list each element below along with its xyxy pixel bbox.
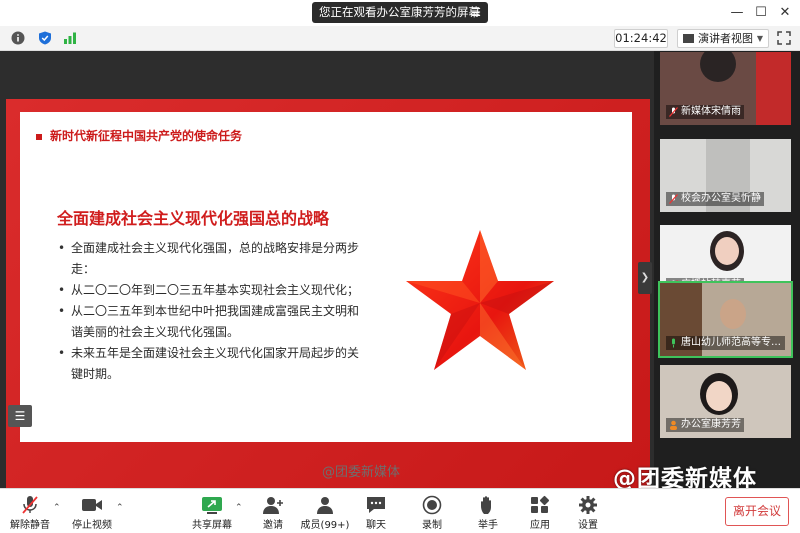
signal-strength-icon[interactable] bbox=[63, 31, 77, 45]
collapse-panel-icon[interactable]: ❯ bbox=[638, 262, 652, 294]
meeting-window: 您正在观看办公室康芳芳的屏幕 ☰ — ☐ ✕ 01:24:42 演讲者视图 ▼ bbox=[0, 0, 800, 533]
slide-bullet: 全面建成社会主义现代化强国，总的战略安排是分两步走： bbox=[56, 238, 366, 280]
chat-button[interactable]: 聊天 bbox=[362, 489, 390, 533]
members-icon bbox=[317, 497, 333, 514]
meeting-info-bar: 01:24:42 演讲者视图 ▼ bbox=[0, 26, 800, 51]
slide-header: 新时代新征程中国共产党的使命任务 bbox=[36, 127, 242, 144]
slide-bullet: 未来五年是全面建设社会主义现代化国家开局起步的关键时期。 bbox=[56, 343, 366, 385]
add-user-icon bbox=[263, 497, 283, 514]
participant-name: 校会办公室吴忻静 bbox=[666, 192, 764, 206]
record-icon bbox=[422, 495, 442, 515]
bullet-square-icon bbox=[36, 133, 42, 140]
mic-active-icon bbox=[672, 338, 675, 348]
participant-name: 办公室康芳芳 bbox=[666, 418, 744, 432]
chat-icon bbox=[367, 497, 385, 513]
settings-button[interactable]: 设置 bbox=[574, 489, 602, 533]
chevron-down-icon: ▼ bbox=[756, 34, 763, 43]
apps-icon bbox=[531, 495, 550, 513]
participant-name: 唐山幼儿师范高等专科... bbox=[666, 336, 785, 350]
hand-icon bbox=[481, 496, 491, 514]
slide-bullet: 从二〇二〇年到二〇三五年基本实现社会主义现代化； bbox=[56, 280, 366, 301]
user-icon bbox=[670, 420, 677, 430]
participant-panel: 新媒体宋倩雨 校会办公室吴忻静 广播站韩嘉莹 唐山幼儿师范高等专科... bbox=[654, 51, 800, 488]
red-star-icon bbox=[406, 230, 554, 370]
maximize-button[interactable]: ☐ bbox=[751, 3, 771, 23]
gear-icon bbox=[579, 496, 597, 514]
share-screen-icon bbox=[202, 497, 222, 514]
members-button[interactable]: 成员(99+) bbox=[300, 489, 350, 533]
leave-meeting-button[interactable]: 离开会议 bbox=[725, 497, 789, 526]
close-button[interactable]: ✕ bbox=[775, 3, 795, 23]
raise-hand-button[interactable]: 举手 bbox=[474, 489, 502, 533]
shield-icon[interactable] bbox=[38, 31, 52, 45]
unmute-button[interactable]: 解除静音 bbox=[8, 489, 52, 533]
mic-muted-icon bbox=[669, 107, 678, 117]
sharing-menu-icon[interactable]: ☰ bbox=[468, 5, 484, 20]
stop-video-button[interactable]: 停止视频 bbox=[70, 489, 114, 533]
participant-tile[interactable]: 办公室康芳芳 bbox=[660, 365, 791, 438]
slide-bullet-list: 全面建成社会主义现代化强国，总的战略安排是分两步走： 从二〇二〇年到二〇三五年基… bbox=[56, 238, 366, 385]
participant-tile[interactable]: 校会办公室吴忻静 bbox=[660, 139, 791, 212]
participant-tile[interactable]: 新媒体宋倩雨 bbox=[660, 52, 791, 125]
fullscreen-icon[interactable] bbox=[777, 31, 791, 45]
sharing-text: 您正在观看办公室康芳芳的屏幕 bbox=[319, 5, 480, 19]
meeting-toolbar: 解除静音 ⌃ 停止视频 ⌃ 共享屏幕 ⌃ 邀请 成员(99+) 聊天 录制 举手… bbox=[0, 488, 800, 533]
invite-button[interactable]: 邀请 bbox=[258, 489, 288, 533]
watermark-text: @团委新媒体 bbox=[322, 465, 401, 480]
apps-button[interactable]: 应用 bbox=[526, 489, 554, 533]
mic-muted-icon bbox=[22, 496, 38, 514]
info-icon[interactable] bbox=[11, 31, 25, 45]
view-mode-button[interactable]: 演讲者视图 ▼ bbox=[677, 29, 769, 48]
video-camera-icon bbox=[82, 499, 102, 511]
view-mode-label: 演讲者视图 bbox=[698, 32, 753, 45]
record-button[interactable]: 录制 bbox=[418, 489, 446, 533]
participant-name: 新媒体宋倩雨 bbox=[666, 105, 744, 119]
chevron-up-icon[interactable]: ⌃ bbox=[53, 503, 61, 513]
share-screen-button[interactable]: 共享屏幕 bbox=[192, 489, 232, 533]
sharing-indicator[interactable]: 您正在观看办公室康芳芳的屏幕 ☰ bbox=[312, 2, 488, 23]
chevron-up-icon[interactable]: ⌃ bbox=[116, 503, 124, 513]
title-bar: 您正在观看办公室康芳芳的屏幕 ☰ — ☐ ✕ bbox=[0, 0, 800, 26]
mic-muted-icon bbox=[669, 194, 678, 204]
slide-bullet: 从二〇三五年到本世纪中叶把我国建成富强民主文明和谐美丽的社会主义现代化强国。 bbox=[56, 301, 366, 343]
meeting-timer: 01:24:42 bbox=[614, 29, 668, 48]
participant-tile[interactable]: 唐山幼儿师范高等专科... bbox=[658, 281, 793, 358]
chevron-up-icon[interactable]: ⌃ bbox=[235, 503, 243, 513]
slide-title: 全面建成社会主义现代化强国总的战略 bbox=[57, 209, 330, 228]
shared-screen: 新时代新征程中国共产党的使命任务 全面建成社会主义现代化强国总的战略 全面建成社… bbox=[0, 51, 654, 511]
slide-header-text: 新时代新征程中国共产党的使命任务 bbox=[50, 129, 243, 143]
speaker-view-icon bbox=[683, 34, 694, 43]
slide-menu-icon[interactable]: ☰ bbox=[8, 405, 32, 427]
minimize-button[interactable]: — bbox=[727, 3, 747, 23]
